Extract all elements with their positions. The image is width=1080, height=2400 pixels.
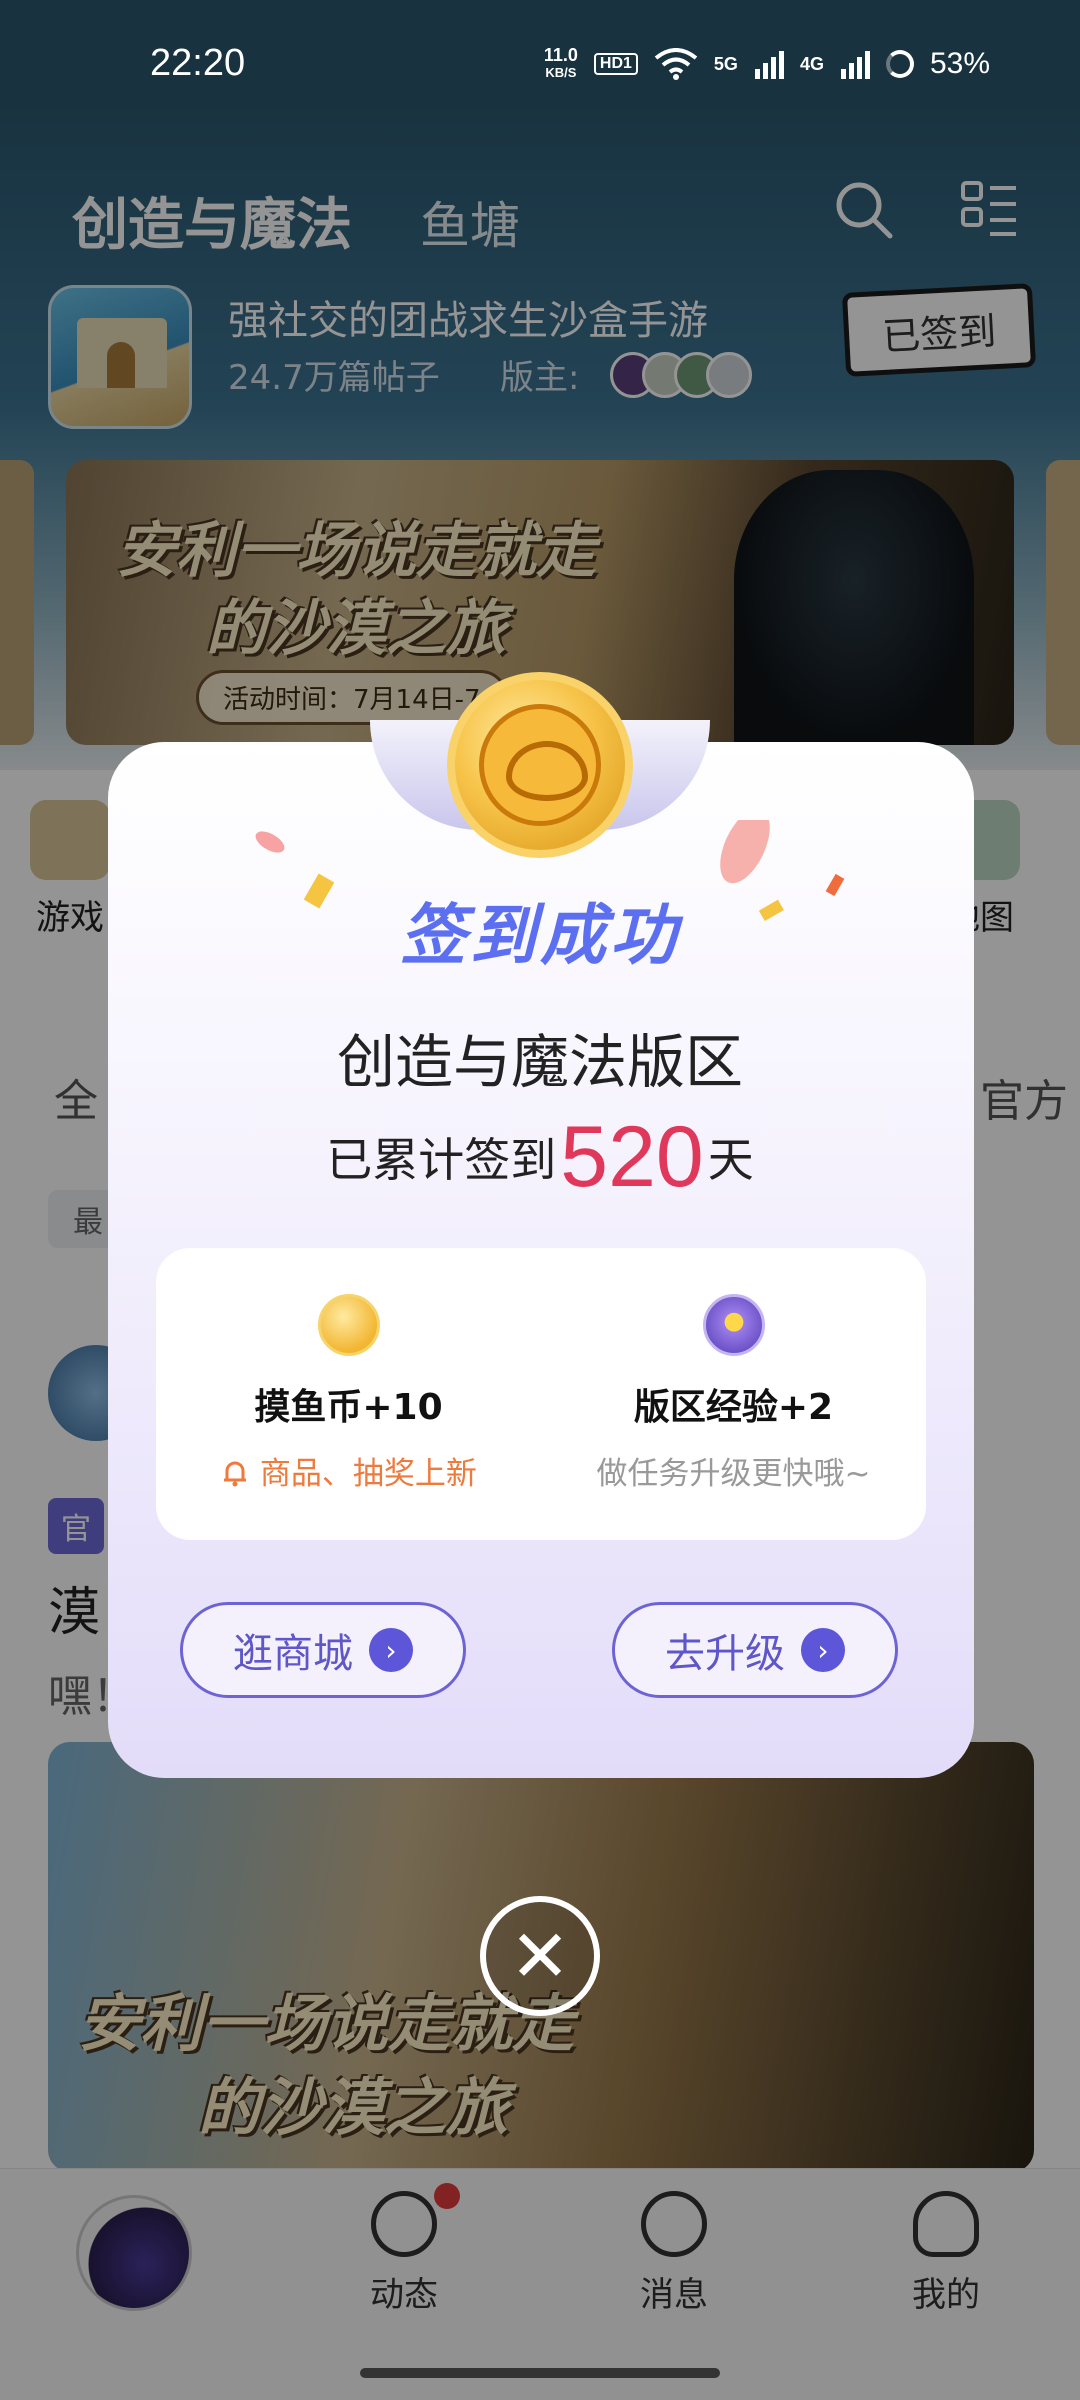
battery-icon bbox=[885, 50, 914, 78]
signal-4g-icon: 4G bbox=[799, 54, 824, 74]
checkin-success-title: 签到成功 bbox=[400, 897, 680, 974]
reward-card: 摸鱼币+10 商品、抽奖上新 版区经验+2 做任务升级更快哦~ bbox=[156, 1248, 926, 1540]
star-badge-icon bbox=[702, 1294, 765, 1356]
fish-coin-icon bbox=[447, 672, 633, 858]
signal-5g-icon: 5G bbox=[713, 54, 738, 74]
go-upgrade-button[interactable]: 去升级 › bbox=[612, 1602, 898, 1698]
reward-coins: 摸鱼币+10 商品、抽奖上新 bbox=[156, 1294, 541, 1493]
wifi-icon bbox=[654, 48, 698, 80]
streak-days: 520 bbox=[560, 1109, 704, 1205]
signal-bars-icon bbox=[754, 51, 784, 79]
chevron-right-icon: › bbox=[801, 1628, 845, 1672]
bell-icon bbox=[224, 1461, 247, 1487]
status-icons: 11.0 KB/S HD1 5G 4G 53% bbox=[544, 46, 990, 82]
battery-level: 53% bbox=[929, 47, 990, 80]
network-speed: 11.0 KB/S bbox=[543, 45, 578, 80]
signal-bars-icon-2 bbox=[840, 51, 870, 79]
status-time: 22:20 bbox=[150, 42, 246, 84]
close-icon[interactable]: ✕ bbox=[480, 1896, 600, 2016]
status-bar: 22:20 11.0 KB/S HD1 5G 4G 53% bbox=[0, 0, 1080, 110]
reward-experience: 版区经验+2 做任务升级更快哦~ bbox=[541, 1294, 926, 1493]
hd-badge: HD1 bbox=[593, 53, 638, 75]
fish-coin-small-icon bbox=[317, 1294, 380, 1356]
go-shop-button[interactable]: 逛商城 › bbox=[180, 1602, 466, 1698]
modal-forum-name: 创造与魔法版区 bbox=[336, 1028, 743, 1096]
chevron-right-icon: › bbox=[369, 1628, 413, 1672]
home-indicator[interactable] bbox=[360, 2368, 720, 2378]
checkin-streak: 已累计签到520天 bbox=[326, 1109, 754, 1205]
